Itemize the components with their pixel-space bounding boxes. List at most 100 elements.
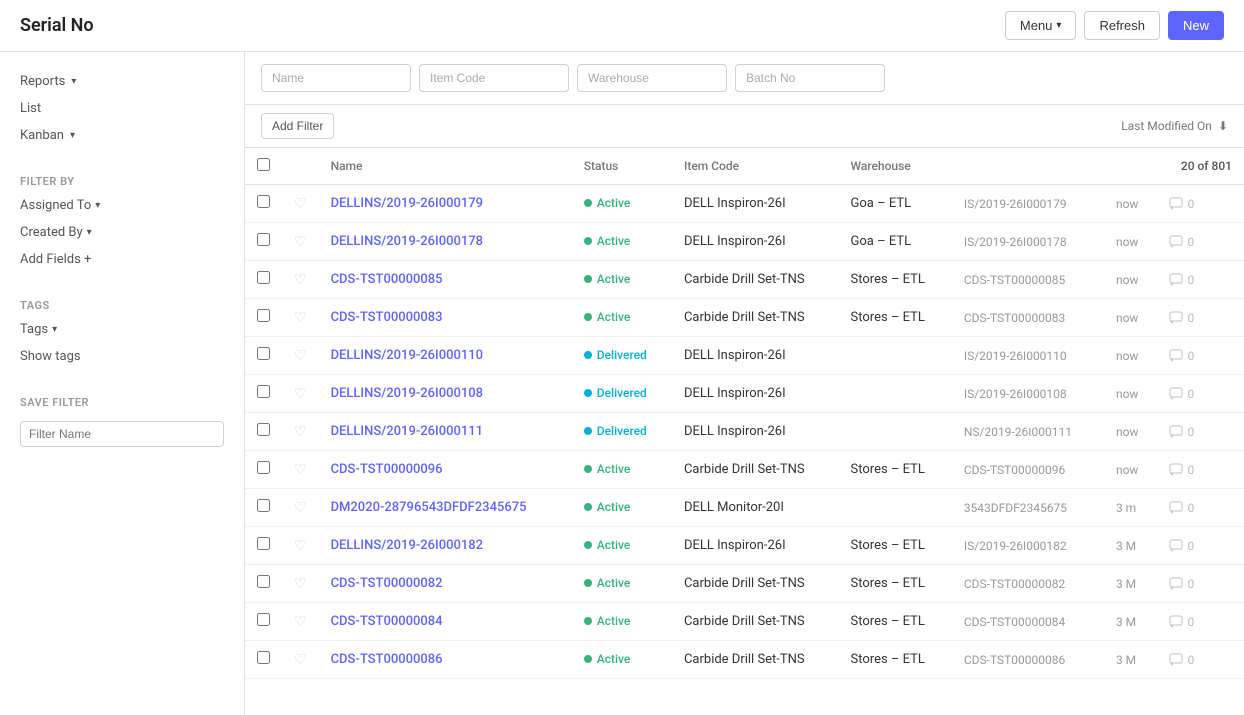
- comment-count[interactable]: 0: [1169, 235, 1232, 249]
- row-checkbox[interactable]: [257, 347, 270, 360]
- favorite-icon[interactable]: ♡: [294, 462, 307, 478]
- select-all-col[interactable]: [245, 148, 282, 185]
- row-name-link[interactable]: DELLINS/2019-26I000182: [331, 538, 483, 553]
- row-name-link[interactable]: CDS-TST00000082: [331, 576, 443, 591]
- warehouse-filter-input[interactable]: [577, 64, 727, 92]
- favorite-icon[interactable]: ♡: [294, 234, 307, 250]
- row-heart-cell[interactable]: ♡: [282, 527, 319, 565]
- row-checkbox[interactable]: [257, 461, 270, 474]
- favorite-icon[interactable]: ♡: [294, 538, 307, 554]
- row-checkbox-cell[interactable]: [245, 641, 282, 679]
- row-checkbox-cell[interactable]: [245, 451, 282, 489]
- comment-count[interactable]: 0: [1169, 273, 1232, 287]
- item-code-filter-input[interactable]: [419, 64, 569, 92]
- row-checkbox[interactable]: [257, 613, 270, 626]
- row-comment-cell[interactable]: 0: [1157, 413, 1244, 451]
- row-comment-cell[interactable]: 0: [1157, 299, 1244, 337]
- row-comment-cell[interactable]: 0: [1157, 375, 1244, 413]
- row-comment-cell[interactable]: 0: [1157, 527, 1244, 565]
- assigned-to-filter[interactable]: Assigned To ▾: [0, 192, 244, 219]
- comment-count[interactable]: 0: [1169, 577, 1232, 591]
- row-checkbox[interactable]: [257, 423, 270, 436]
- row-name-cell[interactable]: DELLINS/2019-26I000182: [319, 527, 572, 565]
- row-comment-cell[interactable]: 0: [1157, 603, 1244, 641]
- favorite-icon[interactable]: ♡: [294, 424, 307, 440]
- menu-button[interactable]: Menu ▾: [1005, 11, 1077, 40]
- new-button[interactable]: New: [1168, 11, 1224, 40]
- batch-no-filter-input[interactable]: [735, 64, 885, 92]
- comment-count[interactable]: 0: [1169, 311, 1232, 325]
- show-tags-link[interactable]: Show tags: [0, 343, 244, 370]
- name-filter-input[interactable]: [261, 64, 411, 92]
- row-name-cell[interactable]: DM2020-28796543DFDF2345675: [319, 489, 572, 527]
- row-name-link[interactable]: DELLINS/2019-26I000178: [331, 234, 483, 249]
- row-checkbox[interactable]: [257, 537, 270, 550]
- row-name-link[interactable]: DELLINS/2019-26I000111: [331, 424, 483, 439]
- favorite-icon[interactable]: ♡: [294, 196, 307, 212]
- comment-count[interactable]: 0: [1169, 197, 1232, 211]
- row-name-link[interactable]: DELLINS/2019-26I000108: [331, 386, 483, 401]
- row-heart-cell[interactable]: ♡: [282, 223, 319, 261]
- row-heart-cell[interactable]: ♡: [282, 185, 319, 223]
- row-name-link[interactable]: DM2020-28796543DFDF2345675: [331, 500, 527, 515]
- row-checkbox-cell[interactable]: [245, 565, 282, 603]
- row-name-link[interactable]: DELLINS/2019-26I000110: [331, 348, 483, 363]
- sidebar-item-kanban[interactable]: Kanban ▾: [0, 122, 244, 149]
- row-name-cell[interactable]: CDS-TST00000084: [319, 603, 572, 641]
- comment-count[interactable]: 0: [1169, 615, 1232, 629]
- favorite-icon[interactable]: ♡: [294, 272, 307, 288]
- favorite-icon[interactable]: ♡: [294, 614, 307, 630]
- row-heart-cell[interactable]: ♡: [282, 451, 319, 489]
- comment-count[interactable]: 0: [1169, 425, 1232, 439]
- row-name-cell[interactable]: DELLINS/2019-26I000110: [319, 337, 572, 375]
- row-heart-cell[interactable]: ♡: [282, 375, 319, 413]
- row-comment-cell[interactable]: 0: [1157, 565, 1244, 603]
- created-by-filter[interactable]: Created By ▾: [0, 219, 244, 246]
- favorite-icon[interactable]: ♡: [294, 652, 307, 668]
- row-name-cell[interactable]: DELLINS/2019-26I000179: [319, 185, 572, 223]
- filter-name-input[interactable]: [20, 421, 224, 447]
- row-name-cell[interactable]: CDS-TST00000083: [319, 299, 572, 337]
- row-heart-cell[interactable]: ♡: [282, 413, 319, 451]
- comment-count[interactable]: 0: [1169, 349, 1232, 363]
- row-comment-cell[interactable]: 0: [1157, 451, 1244, 489]
- row-name-cell[interactable]: DELLINS/2019-26I000111: [319, 413, 572, 451]
- row-heart-cell[interactable]: ♡: [282, 489, 319, 527]
- row-name-cell[interactable]: DELLINS/2019-26I000108: [319, 375, 572, 413]
- row-name-cell[interactable]: DELLINS/2019-26I000178: [319, 223, 572, 261]
- row-name-cell[interactable]: CDS-TST00000096: [319, 451, 572, 489]
- row-checkbox[interactable]: [257, 233, 270, 246]
- row-heart-cell[interactable]: ♡: [282, 565, 319, 603]
- favorite-icon[interactable]: ♡: [294, 348, 307, 364]
- favorite-icon[interactable]: ♡: [294, 310, 307, 326]
- row-checkbox[interactable]: [257, 499, 270, 512]
- row-name-cell[interactable]: CDS-TST00000085: [319, 261, 572, 299]
- row-checkbox-cell[interactable]: [245, 527, 282, 565]
- row-checkbox-cell[interactable]: [245, 603, 282, 641]
- row-heart-cell[interactable]: ♡: [282, 641, 319, 679]
- row-comment-cell[interactable]: 0: [1157, 185, 1244, 223]
- row-checkbox[interactable]: [257, 575, 270, 588]
- row-checkbox-cell[interactable]: [245, 489, 282, 527]
- row-heart-cell[interactable]: ♡: [282, 261, 319, 299]
- comment-count[interactable]: 0: [1169, 463, 1232, 477]
- row-checkbox-cell[interactable]: [245, 375, 282, 413]
- row-name-link[interactable]: CDS-TST00000086: [331, 652, 443, 667]
- row-name-link[interactable]: CDS-TST00000096: [331, 462, 443, 477]
- row-name-link[interactable]: CDS-TST00000085: [331, 272, 443, 287]
- row-checkbox-cell[interactable]: [245, 261, 282, 299]
- favorite-icon[interactable]: ♡: [294, 500, 307, 516]
- row-comment-cell[interactable]: 0: [1157, 223, 1244, 261]
- row-comment-cell[interactable]: 0: [1157, 489, 1244, 527]
- row-checkbox[interactable]: [257, 651, 270, 664]
- row-heart-cell[interactable]: ♡: [282, 299, 319, 337]
- row-comment-cell[interactable]: 0: [1157, 337, 1244, 375]
- refresh-button[interactable]: Refresh: [1084, 11, 1160, 40]
- row-heart-cell[interactable]: ♡: [282, 337, 319, 375]
- row-heart-cell[interactable]: ♡: [282, 603, 319, 641]
- row-checkbox-cell[interactable]: [245, 299, 282, 337]
- row-comment-cell[interactable]: 0: [1157, 261, 1244, 299]
- row-checkbox-cell[interactable]: [245, 413, 282, 451]
- row-checkbox-cell[interactable]: [245, 223, 282, 261]
- comment-count[interactable]: 0: [1169, 653, 1232, 667]
